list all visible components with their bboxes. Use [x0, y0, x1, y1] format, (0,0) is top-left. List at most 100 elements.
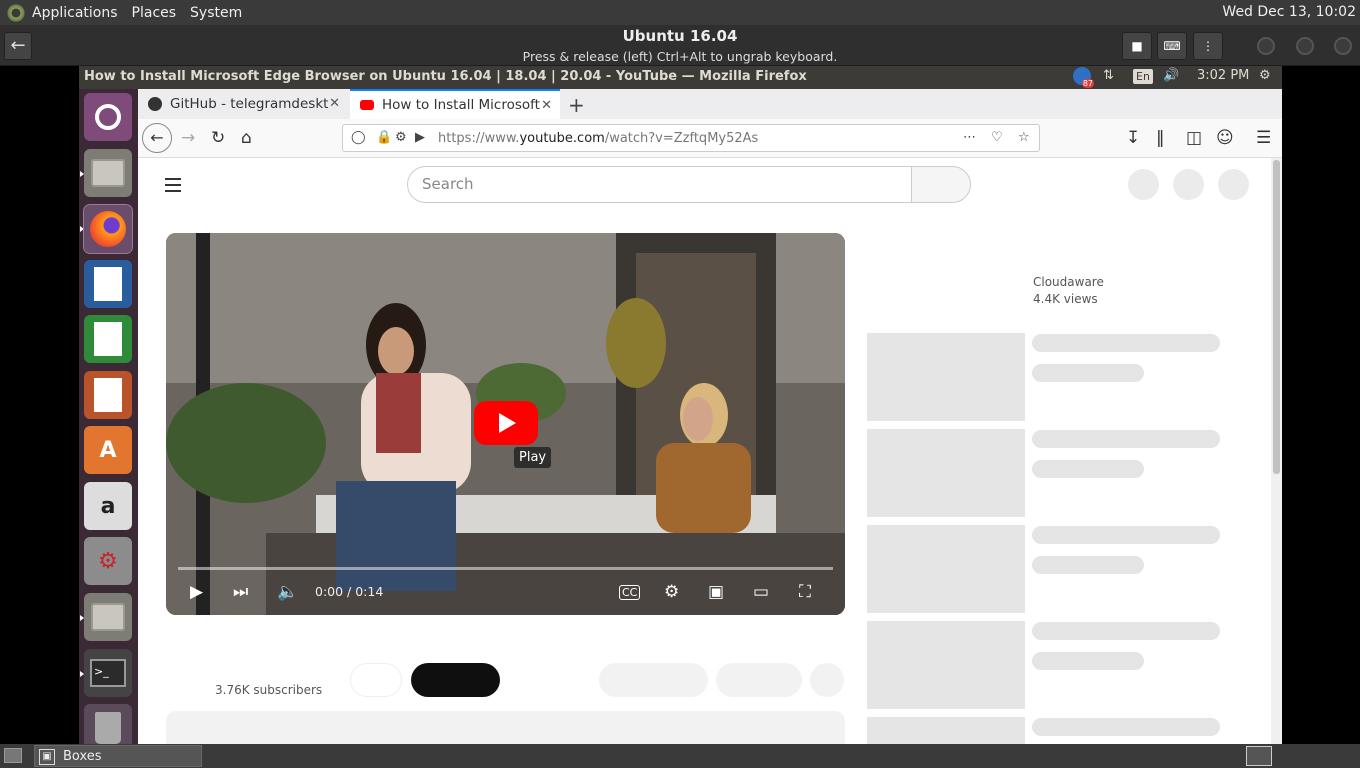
properties-menu-button[interactable]: ⋮ — [1193, 32, 1223, 60]
taskbar-boxes-button[interactable]: ▣ Boxes — [34, 745, 202, 767]
youtube-icon — [360, 100, 374, 110]
related-thumbnail-placeholder[interactable] — [867, 717, 1025, 744]
scrollbar-thumb[interactable] — [1273, 160, 1280, 474]
play-icon[interactable]: ▶ — [190, 582, 203, 602]
calc-icon[interactable] — [84, 315, 132, 363]
progress-bar[interactable] — [178, 567, 833, 570]
places-menu[interactable]: Places — [132, 5, 177, 21]
permissions-icon[interactable]: ⚙ — [395, 130, 407, 145]
related-thumbnail-placeholder[interactable] — [867, 333, 1025, 421]
files-icon-2[interactable] — [84, 593, 132, 641]
bookmark-star-icon[interactable]: ☆ — [1018, 130, 1030, 145]
avatar[interactable] — [1218, 169, 1249, 200]
related-thumbnail-placeholder[interactable] — [867, 525, 1025, 613]
related-meta-placeholder — [1032, 652, 1144, 670]
telegram-tray-icon[interactable]: 87 — [1073, 67, 1094, 88]
firefox-icon[interactable] — [83, 204, 133, 254]
video-player[interactable]: Play ▶ ⏭ 🔈 0:00 / 0:14 CC ⚙ ▣ ▭ ⛶ — [166, 233, 845, 615]
keyboard-layout-indicator[interactable]: En — [1133, 69, 1153, 84]
host-clock[interactable]: Wed Dec 13, 10:02 — [1222, 4, 1356, 20]
send-key-button[interactable]: ■ — [1122, 32, 1152, 60]
lock-icon[interactable]: 🔒 — [376, 130, 392, 145]
related-meta-placeholder — [1032, 460, 1144, 478]
play-tooltip: Play — [514, 447, 552, 468]
dash-home-icon[interactable] — [84, 93, 132, 141]
create-icon[interactable] — [1128, 169, 1159, 200]
downloads-icon[interactable]: ↧ — [1126, 128, 1140, 148]
applications-menu[interactable]: Applications — [32, 5, 118, 21]
related-title-placeholder — [1032, 622, 1220, 640]
close-icon[interactable]: ✕ — [329, 96, 340, 111]
amazon-icon[interactable]: a — [84, 482, 132, 530]
maximize-window-button[interactable] — [1296, 37, 1314, 55]
search-input[interactable] — [408, 167, 912, 201]
pocket-icon[interactable]: ♡ — [991, 130, 1003, 145]
gnome-foot-icon[interactable] — [6, 2, 26, 23]
share-button[interactable] — [716, 663, 802, 697]
autoplay-icon[interactable]: ▶ — [415, 130, 425, 145]
show-desktop-icon[interactable] — [4, 748, 22, 763]
home-button[interactable]: ⌂ — [241, 128, 252, 148]
shield-icon[interactable]: ◯ — [351, 130, 366, 145]
workspace-switcher-icon[interactable] — [1246, 746, 1272, 766]
search-box[interactable] — [407, 166, 912, 203]
guest-clock[interactable]: 3:02 PM — [1197, 68, 1249, 83]
back-button[interactable]: ← — [142, 123, 172, 153]
related-thumbnail-placeholder[interactable] — [867, 429, 1025, 517]
more-actions-button[interactable] — [810, 663, 844, 697]
taskbar-boxes-label: Boxes — [63, 748, 102, 764]
hamburger-menu-icon[interactable] — [165, 178, 181, 196]
software-center-icon[interactable]: A — [84, 426, 132, 474]
join-button-placeholder[interactable] — [350, 663, 402, 697]
keyboard-button[interactable]: ⌨ — [1157, 32, 1187, 60]
keyboard-icon: ⌨ — [1163, 39, 1181, 53]
miniplayer-icon[interactable]: ▣ — [708, 582, 724, 602]
volume-icon[interactable]: 🔊 — [1163, 68, 1179, 83]
forward-button[interactable]: → — [181, 128, 195, 148]
url-text[interactable]: https://www.youtube.com/watch?v=ZzftqMy5… — [438, 131, 758, 146]
related-title-placeholder — [1032, 334, 1220, 352]
page-actions-icon[interactable]: ⋯ — [963, 130, 976, 145]
like-dislike-button[interactable] — [599, 663, 708, 697]
terminal-icon[interactable]: >_ — [84, 649, 132, 697]
impress-icon[interactable] — [84, 371, 132, 419]
sidebar-icon[interactable]: ◫ — [1186, 128, 1202, 148]
page-scrollbar[interactable] — [1271, 158, 1282, 744]
related-title-placeholder — [1032, 430, 1220, 448]
search-button[interactable] — [911, 166, 971, 203]
related-thumbnail-placeholder[interactable] — [867, 621, 1025, 709]
description-box[interactable] — [166, 711, 845, 744]
tab-github[interactable]: GitHub - telegramdeskt ✕ — [138, 89, 348, 119]
captions-icon[interactable]: CC — [619, 585, 641, 600]
tab-youtube[interactable]: How to Install Microsoft ✕ — [350, 89, 560, 119]
host-top-panel: Applications Places System Wed Dec 13, 1… — [0, 0, 1360, 25]
next-icon[interactable]: ⏭ — [233, 582, 248, 602]
close-window-button[interactable] — [1334, 37, 1352, 55]
system-menu[interactable]: System — [190, 5, 242, 21]
notifications-icon[interactable] — [1173, 169, 1204, 200]
menu-icon[interactable]: ☰ — [1256, 128, 1271, 148]
subscribe-button[interactable] — [411, 663, 500, 697]
boxes-header-bar: ← Ubuntu 16.04 Press & release (left) Ct… — [0, 25, 1360, 66]
files-icon[interactable] — [84, 149, 132, 197]
related-title-placeholder — [1032, 718, 1220, 736]
network-updown-icon[interactable]: ⇅ — [1103, 68, 1114, 83]
guest-window-titlebar: How to Install Microsoft Edge Browser on… — [79, 66, 1282, 89]
account-icon[interactable]: ☺ — [1216, 128, 1234, 148]
settings-gear-icon[interactable]: ⚙ — [1259, 68, 1271, 83]
new-tab-button[interactable]: + — [568, 93, 585, 117]
writer-icon[interactable] — [84, 260, 132, 308]
volume-icon[interactable]: 🔈 — [277, 582, 298, 602]
settings-icon[interactable]: ⚙ — [664, 582, 679, 602]
url-bar[interactable]: ◯ 🔒 ⚙ ▶ https://www.youtube.com/watch?v=… — [342, 124, 1040, 152]
related-channel-name[interactable]: Cloudaware — [1033, 275, 1104, 289]
minimize-window-button[interactable] — [1257, 37, 1275, 55]
big-play-button[interactable] — [474, 401, 538, 445]
theater-mode-icon[interactable]: ▭ — [753, 582, 769, 602]
fullscreen-icon[interactable]: ⛶ — [799, 582, 811, 602]
reload-button[interactable]: ↻ — [211, 128, 225, 148]
close-icon[interactable]: ✕ — [541, 98, 552, 113]
library-icon[interactable]: ‖ — [1156, 128, 1165, 148]
system-settings-icon[interactable]: ⚙ — [84, 537, 132, 585]
tab-bar: GitHub - telegramdeskt ✕ How to Install … — [138, 89, 1282, 119]
